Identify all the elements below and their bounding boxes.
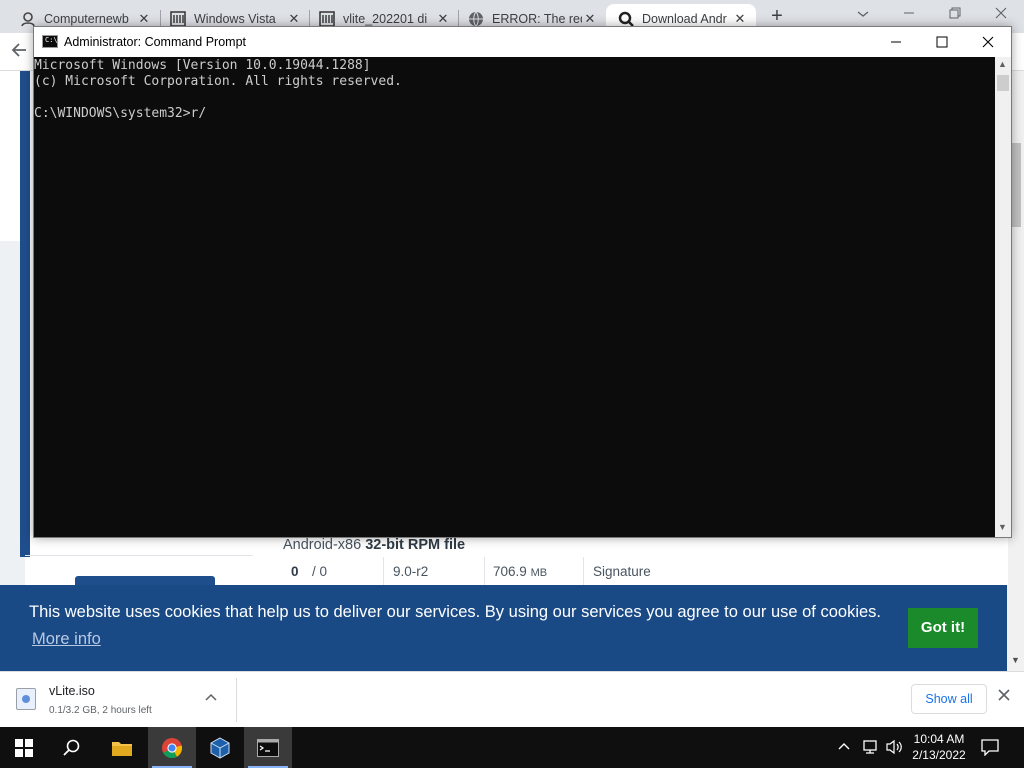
page-scroll-thumb[interactable]	[1011, 143, 1021, 227]
scroll-up-arrow-icon[interactable]: ▲	[998, 59, 1007, 69]
windows-taskbar: 10:04 AM 2/13/2022	[0, 727, 1024, 768]
chrome-icon[interactable]	[148, 727, 196, 768]
close-window-icon[interactable]	[986, 6, 1016, 22]
command-prompt-window[interactable]: C:\_ Administrator: Command Prompt Micro…	[33, 26, 1012, 538]
archive-icon	[319, 10, 335, 27]
close-icon[interactable]	[998, 688, 1010, 706]
got-it-button[interactable]: Got it!	[908, 608, 978, 648]
close-button[interactable]	[965, 27, 1011, 57]
maximize-icon	[936, 36, 948, 48]
page-left-gutter	[0, 71, 22, 241]
cell-divider	[484, 557, 485, 585]
minimize-icon[interactable]	[894, 6, 924, 22]
minimize-button[interactable]	[873, 27, 919, 57]
close-icon[interactable]: ✕	[732, 11, 748, 27]
show-all-button[interactable]: Show all	[911, 684, 987, 714]
download-status: 0.1/3.2 GB, 2 hours left	[49, 705, 152, 716]
cell-divider	[583, 557, 584, 585]
tab-title: Windows Vista	[194, 11, 276, 26]
back-button[interactable]	[10, 41, 28, 65]
arrow-left-icon	[11, 43, 26, 57]
user-avatar-icon	[20, 11, 36, 27]
new-tab-button[interactable]: +	[766, 6, 788, 28]
sidebar-divider	[25, 555, 253, 556]
command-prompt-icon[interactable]	[244, 727, 292, 768]
start-icon[interactable]	[0, 727, 48, 768]
chevron-up-icon[interactable]	[205, 690, 217, 704]
console-line: (c) Microsoft Corporation. All rights re…	[34, 74, 402, 89]
window-title: Administrator: Command Prompt	[64, 35, 247, 49]
tab-title: vlite_202201 di	[343, 11, 428, 26]
sidebar-accent-bar	[20, 71, 30, 557]
disc-image-file-icon	[16, 688, 36, 710]
more-info-link[interactable]: More info	[32, 630, 101, 649]
cmd-scrollbar[interactable]: ▲ ▼	[995, 57, 1011, 537]
scroll-down-arrow-icon[interactable]: ▼	[998, 522, 1007, 532]
tab-search-chevron-icon[interactable]	[848, 6, 878, 22]
cmd-scroll-thumb[interactable]	[997, 75, 1009, 91]
clock-time: 10:04 AM	[913, 732, 965, 746]
version-cell: 9.0-r2	[393, 564, 429, 579]
tab-title: Computernewb	[44, 11, 129, 26]
tab-title: Download Andr	[642, 11, 727, 26]
size-value: 706.9	[493, 564, 527, 579]
console-output[interactable]: Microsoft Windows [Version 10.0.19044.12…	[34, 57, 995, 537]
cookie-message: This website uses cookies that help us t…	[29, 603, 882, 621]
file-title-prefix: Android-x86	[283, 537, 366, 553]
cell-divider	[383, 557, 384, 585]
file-row[interactable]: 0 / 0 9.0-r2 706.9 MB Signature	[263, 557, 1008, 585]
notification-center-icon[interactable]	[981, 738, 999, 761]
close-icon[interactable]: ✕	[435, 11, 451, 27]
console-prompt-line[interactable]: C:\WINDOWS\system32>r/	[34, 106, 995, 122]
virtualbox-icon[interactable]	[196, 727, 244, 768]
volume-icon[interactable]	[886, 739, 904, 760]
download-file-name[interactable]: vLite.iso	[49, 684, 95, 698]
command-prompt-icon: C:\_	[42, 35, 62, 48]
show-hidden-icons-chevron-icon[interactable]	[838, 738, 850, 753]
close-icon[interactable]: ✕	[136, 11, 152, 27]
minimize-icon	[891, 41, 901, 43]
taskbar-clock[interactable]: 10:04 AM 2/13/2022	[905, 731, 973, 763]
shelf-divider	[236, 678, 237, 722]
file-title: Android-x86 32-bit RPM file	[283, 537, 465, 553]
vote-count: 0	[291, 564, 299, 579]
tab-title: ERROR: The req	[492, 11, 582, 26]
close-icon[interactable]: ✕	[582, 11, 598, 27]
close-icon	[982, 36, 994, 48]
maximize-button[interactable]	[919, 27, 965, 57]
cmd-titlebar[interactable]: C:\_ Administrator: Command Prompt	[34, 27, 1011, 57]
cmd-icon-text: C:\_	[45, 36, 62, 44]
clock-date: 2/13/2022	[912, 748, 966, 762]
archive-icon	[170, 10, 186, 27]
download-file-card: Android-x86 32-bit RPM file 0 / 0 9.0-r2…	[263, 535, 1008, 585]
globe-icon	[468, 11, 484, 27]
network-icon[interactable]	[862, 739, 880, 760]
close-icon[interactable]: ✕	[286, 11, 302, 27]
size-cell: 706.9 MB	[493, 564, 547, 579]
search-icon[interactable]	[48, 727, 96, 768]
signature-link[interactable]: Signature	[593, 564, 651, 579]
restore-icon[interactable]	[940, 6, 970, 22]
file-explorer-icon[interactable]	[98, 727, 146, 768]
cookie-banner: This website uses cookies that help us t…	[0, 585, 1007, 671]
file-title-bold: 32-bit RPM file	[365, 537, 466, 553]
console-line: Microsoft Windows [Version 10.0.19044.12…	[34, 58, 371, 73]
search-logo-icon	[618, 11, 634, 27]
vote-count-total: / 0	[312, 564, 328, 579]
size-unit: MB	[530, 567, 548, 579]
scroll-down-arrow-icon[interactable]: ▼	[1011, 655, 1020, 665]
download-shelf: vLite.iso 0.1/3.2 GB, 2 hours left Show …	[0, 671, 1024, 727]
